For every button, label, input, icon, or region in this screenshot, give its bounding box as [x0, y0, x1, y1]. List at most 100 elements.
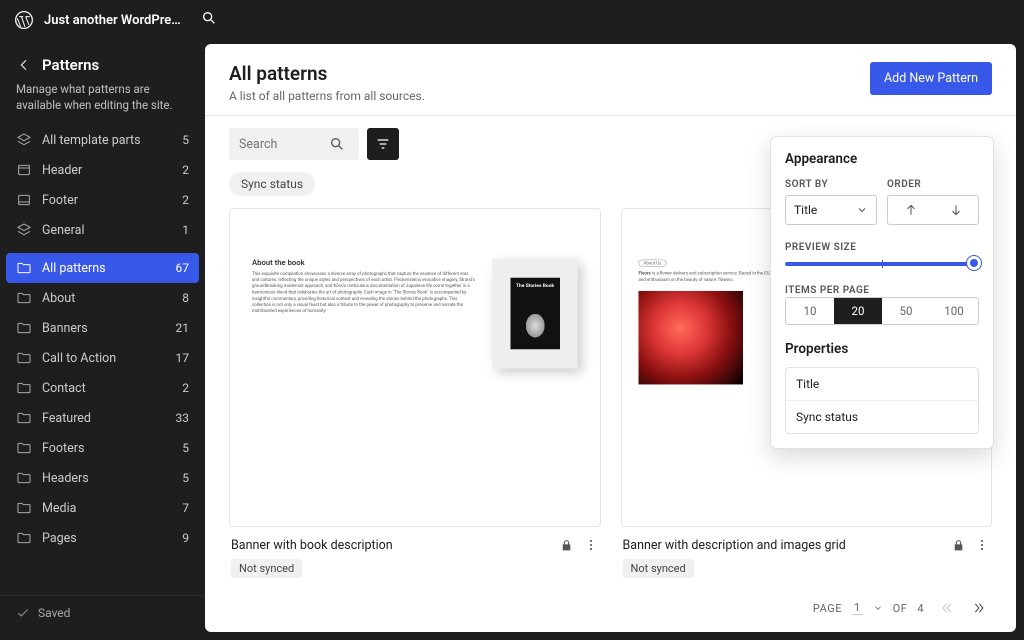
preview-heading: About the book	[252, 259, 476, 268]
nav-label: Featured	[42, 411, 91, 426]
nav-label: Headers	[42, 471, 89, 486]
appearance-heading: Appearance	[785, 151, 979, 167]
sync-tag: Not synced	[231, 559, 302, 578]
properties-heading: Properties	[785, 341, 979, 357]
folder-icon	[16, 290, 32, 306]
pattern-preview[interactable]: About the book This exquisite compilatio…	[229, 208, 601, 527]
nav-all-patterns[interactable]: All patterns 67	[6, 253, 199, 283]
preview-size-label: PREVIEW SIZE	[785, 242, 856, 253]
sort-by-label: SORT BY	[785, 179, 877, 190]
items-100[interactable]: 100	[930, 298, 978, 324]
preview-flower-image	[638, 291, 743, 385]
command-search-icon[interactable]	[201, 10, 221, 30]
more-actions-button[interactable]	[974, 537, 990, 553]
folder-icon	[16, 380, 32, 396]
back-icon[interactable]	[16, 57, 32, 73]
property-title[interactable]: Title	[786, 368, 978, 401]
preview-book-title: The Stories Book	[516, 283, 555, 289]
nav-count: 17	[176, 351, 190, 365]
sidebar-title: Patterns	[42, 56, 99, 74]
folder-icon	[16, 350, 32, 366]
nav-about[interactable]: About 8	[6, 283, 199, 313]
sync-status-chip[interactable]: Sync status	[229, 172, 315, 196]
sort-by-select[interactable]: Title	[785, 195, 877, 225]
nav-general[interactable]: General 1	[6, 215, 199, 245]
nav-count: 2	[182, 381, 189, 395]
filter-icon	[375, 136, 391, 152]
nav-footer[interactable]: Footer 2	[6, 185, 199, 215]
lock-icon	[559, 537, 575, 553]
site-name[interactable]: Just another WordPre…	[44, 13, 181, 28]
search-icon	[329, 136, 345, 152]
folder-icon	[16, 530, 32, 546]
nav-all-template-parts[interactable]: All template parts 5	[6, 125, 199, 155]
lock-icon	[950, 537, 966, 553]
layers-icon	[16, 132, 32, 148]
nav-label: Media	[42, 501, 76, 516]
pattern-title: Banner with description and images grid	[623, 538, 943, 553]
page-subtitle: A list of all patterns from all sources.	[229, 89, 425, 103]
nav-headers[interactable]: Headers 5	[6, 463, 199, 493]
nav-count: 33	[176, 411, 190, 425]
folder-icon	[16, 320, 32, 336]
pagination-prev-button[interactable]	[934, 596, 958, 620]
sort-by-value: Title	[794, 203, 817, 217]
sidebar-nav: All template parts 5 Header 2 Footer 2 G…	[0, 125, 205, 595]
nav-label: Header	[42, 163, 82, 178]
nav-label: General	[42, 223, 85, 238]
nav-banners[interactable]: Banners 21	[6, 313, 199, 343]
pagination-of-label: OF	[893, 602, 908, 615]
wordpress-logo-icon[interactable]	[14, 10, 34, 30]
folder-icon	[16, 410, 32, 426]
sync-tag: Not synced	[623, 559, 694, 578]
search-input[interactable]	[239, 137, 329, 152]
property-sync-status[interactable]: Sync status	[786, 401, 978, 433]
folder-icon	[16, 260, 32, 276]
nav-count: 2	[182, 193, 189, 207]
nav-header[interactable]: Header 2	[6, 155, 199, 185]
pagination-next-button[interactable]	[968, 596, 992, 620]
nav-media[interactable]: Media 7	[6, 493, 199, 523]
preview-badge: About Us	[638, 260, 666, 267]
preview-body: This exquisite compilation showcases a d…	[252, 271, 476, 314]
nav-label: Footer	[42, 193, 78, 208]
preview-book-image: The Stories Book	[493, 259, 578, 369]
nav-count: 21	[176, 321, 190, 335]
nav-call-to-action[interactable]: Call to Action 17	[6, 343, 199, 373]
nav-label: Pages	[42, 531, 77, 546]
items-50[interactable]: 50	[882, 298, 930, 324]
nav-contact[interactable]: Contact 2	[6, 373, 199, 403]
nav-count: 2	[182, 163, 189, 177]
nav-footers[interactable]: Footers 5	[6, 433, 199, 463]
folder-icon	[16, 470, 32, 486]
view-options-popover: Appearance SORT BY Title ORDER	[770, 136, 994, 449]
nav-label: Contact	[42, 381, 86, 396]
nav-pages[interactable]: Pages 9	[6, 523, 199, 553]
nav-label: All template parts	[42, 133, 141, 148]
preview-size-slider[interactable]	[785, 262, 979, 266]
nav-count: 9	[182, 531, 189, 545]
pattern-card[interactable]: About the book This exquisite compilatio…	[229, 208, 601, 580]
order-asc-button[interactable]	[888, 196, 933, 224]
filter-button[interactable]	[367, 128, 399, 160]
saved-label: Saved	[38, 606, 70, 620]
nav-label: About	[42, 291, 75, 306]
nav-featured[interactable]: Featured 33	[6, 403, 199, 433]
items-20[interactable]: 20	[834, 298, 882, 324]
more-actions-button[interactable]	[583, 537, 599, 553]
layout-icon	[16, 162, 32, 178]
folder-icon	[16, 440, 32, 456]
sidebar-description: Manage what patterns are available when …	[0, 78, 205, 125]
arrow-up-icon	[904, 203, 918, 217]
order-desc-button[interactable]	[933, 196, 978, 224]
items-10[interactable]: 10	[786, 298, 834, 324]
layout-icon	[16, 192, 32, 208]
search-input-wrapper[interactable]	[229, 128, 359, 160]
nav-count: 5	[182, 441, 189, 455]
layers-icon	[16, 222, 32, 238]
add-new-pattern-button[interactable]: Add New Pattern	[870, 62, 992, 95]
slider-thumb[interactable]	[967, 256, 981, 270]
chevron-down-icon[interactable]	[873, 603, 883, 613]
pagination-current[interactable]: 1	[852, 601, 863, 615]
pattern-title: Banner with book description	[231, 538, 551, 553]
